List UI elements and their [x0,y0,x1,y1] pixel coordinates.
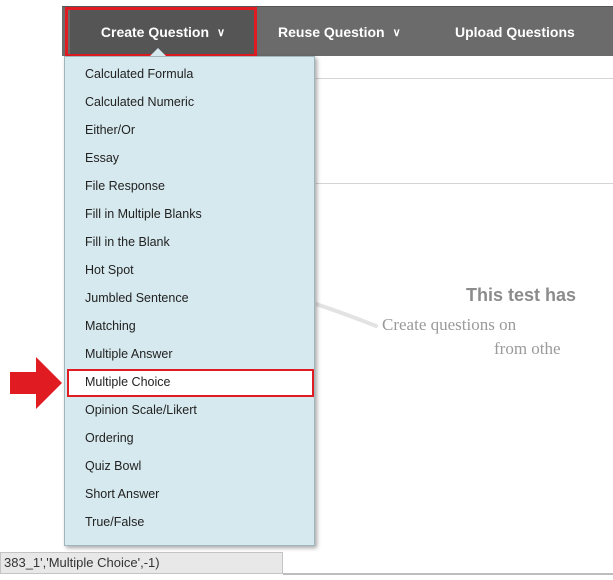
menu-item-opinion-scale-likert[interactable]: Opinion Scale/Likert [85,400,197,420]
chevron-down-icon: ∨ [392,26,401,39]
menu-item-essay[interactable]: Essay [85,148,119,168]
menu-item-multiple-answer[interactable]: Multiple Answer [85,344,173,364]
menu-caret-icon [150,48,166,56]
menu-item-calculated-numeric[interactable]: Calculated Numeric [85,92,194,112]
status-bar-edge [283,573,613,575]
menu-item-ordering[interactable]: Ordering [85,428,134,448]
chevron-down-icon: ∨ [217,26,226,39]
menu-item-fill-in-multiple-blanks[interactable]: Fill in Multiple Blanks [85,204,202,224]
menu-item-calculated-formula[interactable]: Calculated Formula [85,64,193,84]
menu-item-quiz-bowl[interactable]: Quiz Bowl [85,456,141,476]
status-bar-url: 383_1','Multiple Choice',-1) [0,552,283,574]
divider [316,78,613,79]
menu-item-matching[interactable]: Matching [85,316,136,336]
upload-questions-button[interactable]: Upload Questions [455,7,575,57]
empty-state-title: This test has [466,285,577,305]
menu-item-either-or[interactable]: Either/Or [85,120,135,140]
empty-state-text-line1: Create questions on [382,315,517,334]
create-question-label: Create Question [100,24,210,40]
menu-item-short-answer[interactable]: Short Answer [85,484,159,504]
reuse-question-button[interactable]: Reuse Question ∨ [278,7,401,57]
menu-item-jumbled-sentence[interactable]: Jumbled Sentence [85,288,189,308]
divider [316,183,613,184]
reuse-question-label: Reuse Question [278,24,385,40]
menu-item-multiple-choice[interactable]: Multiple Choice [85,372,170,392]
red-arrow-right-icon [10,357,62,409]
swoosh-decoration [316,302,378,328]
menu-item-fill-in-the-blank[interactable]: Fill in the Blank [85,232,170,252]
empty-state-text-line2: from othe [494,339,561,358]
menu-item-file-response[interactable]: File Response [85,176,165,196]
menu-item-true-false[interactable]: True/False [85,512,144,532]
menu-item-hot-spot[interactable]: Hot Spot [85,260,134,280]
question-toolbar: Create Question ∨ Reuse Question ∨ Uploa… [62,6,613,57]
upload-questions-label: Upload Questions [455,24,575,40]
